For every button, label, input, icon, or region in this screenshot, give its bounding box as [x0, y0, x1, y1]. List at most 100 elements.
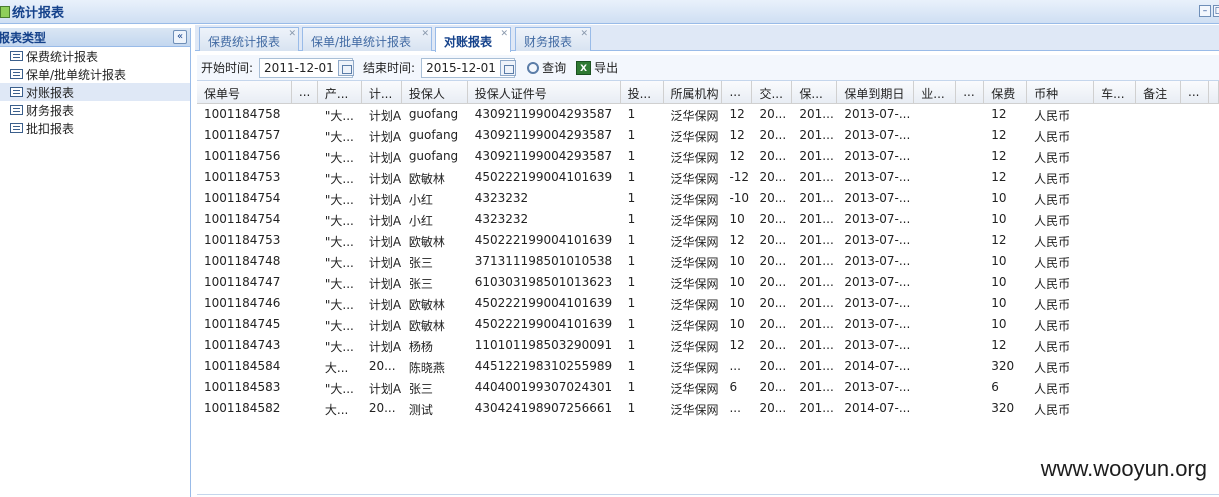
tree-item[interactable]: 保费统计报表	[0, 47, 190, 65]
close-icon[interactable]: ✕	[288, 29, 296, 39]
column-header[interactable]: 保单到期日	[837, 81, 915, 103]
table-cell: 20...	[759, 254, 787, 268]
table-row[interactable]: 1001184757 "大... 计划A guofang 430921199004293…	[197, 125, 1219, 146]
tree-item[interactable]: 财务报表	[0, 101, 190, 119]
column-header[interactable]: 业...	[914, 81, 957, 103]
table-cell: 2014-07-...	[844, 401, 911, 415]
table-cell: 10	[991, 275, 1007, 289]
table-cell: 20...	[759, 317, 787, 331]
column-header[interactable]: 投...	[621, 81, 664, 103]
table-row[interactable]: 1001184753 "大... 计划A 欧敏林 450222199004101639 1…	[197, 230, 1219, 251]
tab[interactable]: 对账报表 ✕	[435, 27, 511, 52]
table-row[interactable]: 1001184745 "大... 计划A 欧敏林 450222199004101639 1…	[197, 314, 1219, 335]
column-header[interactable]: ...	[722, 81, 753, 103]
table-cell: 1	[627, 380, 636, 394]
table-row[interactable]: 1001184743 "大... 计划A 杨杨 110101198503290091 1 泛…	[197, 335, 1219, 356]
table-cell: 201...	[799, 338, 834, 352]
column-header[interactable]: ...	[1181, 81, 1209, 103]
table-row[interactable]: 1001184758 "大... 计划A guofang 430921199004293…	[197, 104, 1219, 125]
column-header[interactable]: 投保人	[402, 81, 468, 103]
column-header[interactable]: 币种	[1027, 81, 1095, 103]
table-cell: ...	[729, 359, 741, 373]
table-cell: 欧敏林	[408, 172, 445, 186]
table-cell: 445122198310255989	[474, 359, 613, 373]
table-cell: 2013-07-...	[844, 212, 911, 226]
table-cell: 1001184756	[204, 149, 281, 163]
calendar-icon[interactable]	[500, 59, 517, 76]
column-header[interactable]: 计...	[362, 81, 402, 103]
reconciliation-grid: 保单号... 产... 计... 投保人 投保人证件号 投... 所属机构... 交... 保.…	[197, 81, 1219, 497]
column-header[interactable]	[1209, 81, 1219, 103]
table-cell	[1094, 167, 1136, 188]
table-cell: 计划A	[368, 109, 402, 123]
table-cell: 泛华保网	[670, 214, 719, 228]
table-cell: 1	[627, 254, 636, 268]
table-cell: guofang	[408, 149, 459, 163]
table-cell	[1181, 314, 1209, 335]
table-cell: 440400199307024301	[474, 380, 613, 394]
table-cell: 610303198501013623	[474, 275, 613, 289]
table-cell	[1136, 398, 1181, 419]
tab[interactable]: 财务报表 ✕	[515, 27, 591, 51]
minimize-icon[interactable]: –	[1199, 5, 1211, 17]
column-header[interactable]: 保...	[792, 81, 838, 103]
column-header[interactable]: ...	[956, 81, 985, 103]
column-header[interactable]: 车...	[1094, 81, 1137, 103]
close-icon[interactable]: ✕	[500, 29, 508, 39]
end-date-field[interactable]: 2015-12-01	[421, 57, 517, 78]
table-cell	[1209, 293, 1219, 314]
table-cell: 计划A	[368, 214, 402, 228]
table-row[interactable]: 1001184756 "大... 计划A guofang 430921199004293…	[197, 146, 1219, 167]
query-button[interactable]: 查询	[527, 59, 566, 76]
table-row[interactable]: 1001184748 "大... 计划A 张三 371311198501010538 1 泛…	[197, 251, 1219, 272]
tab-label: 保单/批单统计报表	[311, 35, 412, 49]
table-row[interactable]: 1001184747 "大... 计划A 张三 610303198501013623 1 泛…	[197, 272, 1219, 293]
close-icon[interactable]: ✕	[580, 29, 588, 39]
table-cell: 欧敏林	[408, 235, 445, 249]
table-cell: "大...	[324, 235, 354, 249]
table-cell: 20...	[759, 107, 787, 121]
column-header[interactable]: 交...	[752, 81, 793, 103]
table-cell	[914, 356, 956, 377]
table-row[interactable]: 1001184583 "大... 计划A 张三 440400199307024301 1 泛…	[197, 377, 1219, 398]
table-cell	[914, 146, 956, 167]
table-row[interactable]: 1001184754 "大... 计划A 小红 4323232 1 泛华保网 -10 20...…	[197, 188, 1219, 209]
table-cell: 1001184753	[204, 170, 281, 184]
table-row[interactable]: 1001184753 "大... 计划A 欧敏林 450222199004101639 1…	[197, 167, 1219, 188]
tree-item[interactable]: 保单/批单统计报表	[0, 65, 190, 83]
column-header[interactable]: ...	[292, 81, 318, 103]
table-cell: 20...	[759, 212, 787, 226]
export-button[interactable]: X 导出	[576, 59, 618, 76]
tree-item[interactable]: 对账报表	[0, 83, 190, 101]
start-date-field[interactable]: 2011-12-01	[259, 57, 355, 78]
tab[interactable]: 保单/批单统计报表 ✕	[302, 27, 432, 51]
tab[interactable]: 保费统计报表 ✕	[199, 27, 299, 51]
calendar-icon[interactable]	[338, 59, 355, 76]
table-row[interactable]: 1001184584 大... 20... 陈晓燕 445122198310255989…	[197, 356, 1219, 377]
table-cell: 6	[729, 380, 738, 394]
table-cell	[1094, 398, 1136, 419]
column-header[interactable]: 产...	[318, 81, 362, 103]
table-cell: 10	[729, 275, 745, 289]
column-header[interactable]: 备注	[1136, 81, 1182, 103]
table-cell: 10	[991, 191, 1007, 205]
column-header[interactable]: 保单号	[197, 81, 292, 103]
table-row[interactable]: 1001184746 "大... 计划A 欧敏林 450222199004101639 1…	[197, 293, 1219, 314]
tree-item[interactable]: 批扣报表	[0, 119, 190, 137]
column-header[interactable]: 投保人证件号	[468, 81, 621, 103]
table-cell: 1001184584	[204, 359, 281, 373]
table-cell: 人民币	[1034, 403, 1071, 417]
table-cell: "大...	[324, 214, 354, 228]
column-header[interactable]: 所属机构	[664, 81, 723, 103]
table-row[interactable]: 1001184754 "大... 计划A 小红 4323232 1 泛华保网 10 20... 2…	[197, 209, 1219, 230]
table-cell: 计划A	[368, 340, 402, 354]
table-cell: 201...	[799, 401, 834, 415]
column-header[interactable]: 保费	[984, 81, 1028, 103]
export-label: 导出	[594, 61, 619, 75]
table-cell: 2013-07-...	[844, 317, 911, 331]
table-row[interactable]: 1001184582 大... 20... 测试 430424198907256661 1…	[197, 398, 1219, 419]
close-icon[interactable]: ✕	[421, 29, 429, 39]
window-title: 统计报表	[12, 6, 65, 21]
maximize-icon[interactable]: □	[1213, 5, 1219, 17]
collapse-icon[interactable]: «	[173, 30, 187, 44]
